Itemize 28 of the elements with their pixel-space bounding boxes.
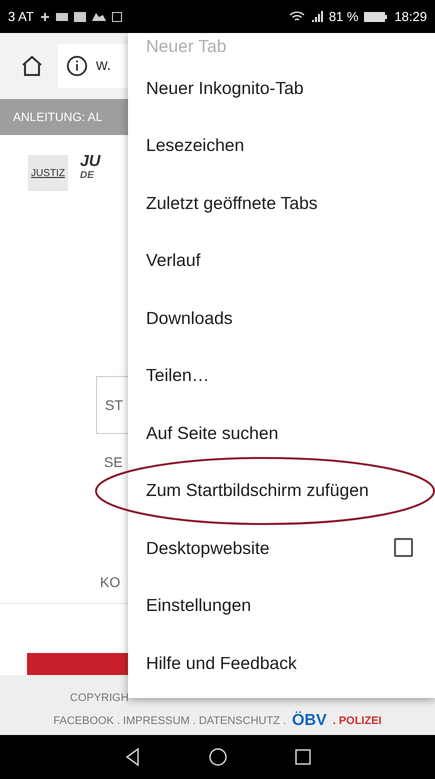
site-subheading: DE [80,169,96,183]
checkbox[interactable] [394,538,413,558]
site-heading: JU [80,155,100,169]
menu-item[interactable]: Downloads [128,289,435,346]
battery-percentage: 81 % [328,8,358,26]
menu-item[interactable]: Desktopwebsite [128,519,435,576]
battery-icon [364,10,388,22]
menu-item[interactable]: Zum Startbildschirm zufügen [128,462,435,519]
copyright-text: COPYRIGH [69,691,129,706]
menu-item[interactable]: Einstellungen [128,576,435,634]
home-icon[interactable] [20,54,44,78]
footer-links[interactable]: FACEBOOK . IMPRESSUM . DATENSCHUTZ . [53,712,286,729]
page-text: KO [100,573,120,592]
url-text: w. [96,56,112,76]
justiz-logo: JUSTIZ [28,155,68,191]
home-icon[interactable] [208,747,228,767]
wifi-icon [288,10,305,22]
carrier-label: 3 AT [8,8,34,26]
menu-item[interactable]: Zuletzt geöffnete Tabs [128,174,435,232]
menu-item[interactable]: Verlauf [128,232,435,289]
signal-icon [310,10,323,22]
clock: 18:29 [394,8,427,26]
page-text: SE [104,453,123,472]
recents-icon[interactable] [292,747,312,767]
info-icon [66,55,88,77]
partner-link[interactable]: . POLIZEI [332,712,382,729]
obv-logo: ÖBV [292,712,327,729]
menu-item[interactable]: Hilfe und Feedback [128,634,435,692]
